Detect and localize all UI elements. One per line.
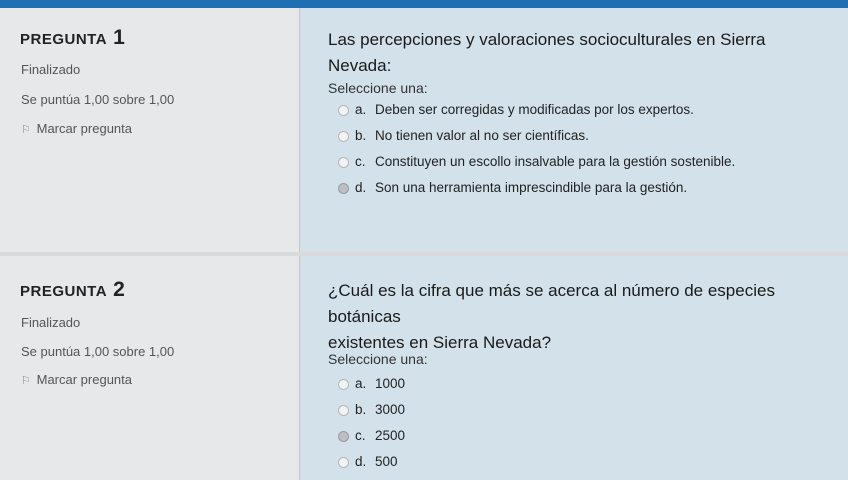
question-label: PREGUNTA <box>20 283 108 300</box>
flag-icon: ⚐ <box>21 375 31 387</box>
flag-icon: ⚐ <box>21 124 31 136</box>
flag-label: Marcar pregunta <box>36 372 133 387</box>
question-text-line-1: ¿Cuál es la cifra que más se acerca al n… <box>328 281 775 326</box>
answer-option-c[interactable]: c. 2500 <box>338 426 405 446</box>
option-text: 2500 <box>375 428 406 443</box>
select-prompt: Seleccione una: <box>328 80 428 96</box>
flag-question-link[interactable]: ⚐ Marcar pregunta <box>21 121 132 136</box>
question-info: PREGUNTA 2 Finalizado Se puntúa 1,00 sobr… <box>0 256 300 480</box>
option-letter: d. <box>355 454 367 469</box>
question-number-value: 1 <box>113 26 126 49</box>
option-text: 1000 <box>375 376 406 391</box>
question-state: Finalizado <box>21 62 81 77</box>
question-text: ¿Cuál es la cifra que más se acerca al n… <box>328 278 828 356</box>
flag-label: Marcar pregunta <box>36 121 133 136</box>
option-letter: b. <box>355 128 367 143</box>
radio-button[interactable] <box>338 104 349 116</box>
question-state: Finalizado <box>21 315 81 330</box>
question-label: PREGUNTA <box>20 31 108 48</box>
radio-button[interactable] <box>338 404 349 416</box>
answer-option-a[interactable]: a. Deben ser corregidas y modificadas por… <box>338 100 694 120</box>
option-letter: a. <box>355 376 367 391</box>
radio-button[interactable] <box>338 156 349 168</box>
flag-question-link[interactable]: ⚐ Marcar pregunta <box>21 372 132 387</box>
option-text: 500 <box>375 454 398 469</box>
answer-option-d[interactable]: d. Son una herramienta imprescindible par… <box>338 178 687 198</box>
answer-option-a[interactable]: a. 1000 <box>338 374 405 394</box>
radio-button-selected[interactable] <box>338 430 349 442</box>
question-content: Las percepciones y valoraciones sociocul… <box>301 8 848 252</box>
question-number: PREGUNTA 1 <box>20 26 125 50</box>
answer-option-d[interactable]: d. 500 <box>338 452 398 472</box>
option-letter: b. <box>355 402 367 417</box>
answer-option-b[interactable]: b. No tienen valor al no ser científicas. <box>338 126 589 146</box>
radio-button[interactable] <box>338 456 349 468</box>
select-prompt: Seleccione una: <box>328 351 428 367</box>
radio-button[interactable] <box>338 378 349 390</box>
option-letter: a. <box>355 102 367 117</box>
option-text: Constituyen un escollo insalvable para l… <box>375 154 736 169</box>
option-text: Deben ser corregidas y modificadas por l… <box>375 102 694 117</box>
option-text: 3000 <box>375 402 406 417</box>
option-letter: c. <box>355 154 366 169</box>
question-number-value: 2 <box>113 278 126 301</box>
radio-button[interactable] <box>338 130 349 142</box>
question-2: PREGUNTA 2 Finalizado Se puntúa 1,00 sobr… <box>0 256 848 480</box>
option-letter: c. <box>355 428 366 443</box>
question-number: PREGUNTA 2 <box>20 278 125 302</box>
answer-option-b[interactable]: b. 3000 <box>338 400 405 420</box>
option-letter: d. <box>355 180 367 195</box>
top-bar <box>0 0 848 8</box>
question-grade: Se puntúa 1,00 sobre 1,00 <box>21 92 175 107</box>
option-text: Son una herramienta imprescindible para … <box>375 180 688 195</box>
question-grade: Se puntúa 1,00 sobre 1,00 <box>21 344 175 359</box>
option-text: No tienen valor al no ser científicas. <box>375 128 589 143</box>
radio-button-selected[interactable] <box>338 182 349 194</box>
question-content: ¿Cuál es la cifra que más se acerca al n… <box>301 256 848 480</box>
question-info: PREGUNTA 1 Finalizado Se puntúa 1,00 sobr… <box>0 8 300 252</box>
question-text: Las percepciones y valoraciones sociocul… <box>328 30 766 75</box>
question-1: PREGUNTA 1 Finalizado Se puntúa 1,00 sobr… <box>0 8 848 252</box>
answer-option-c[interactable]: c. Constituyen un escollo insalvable para… <box>338 152 735 172</box>
